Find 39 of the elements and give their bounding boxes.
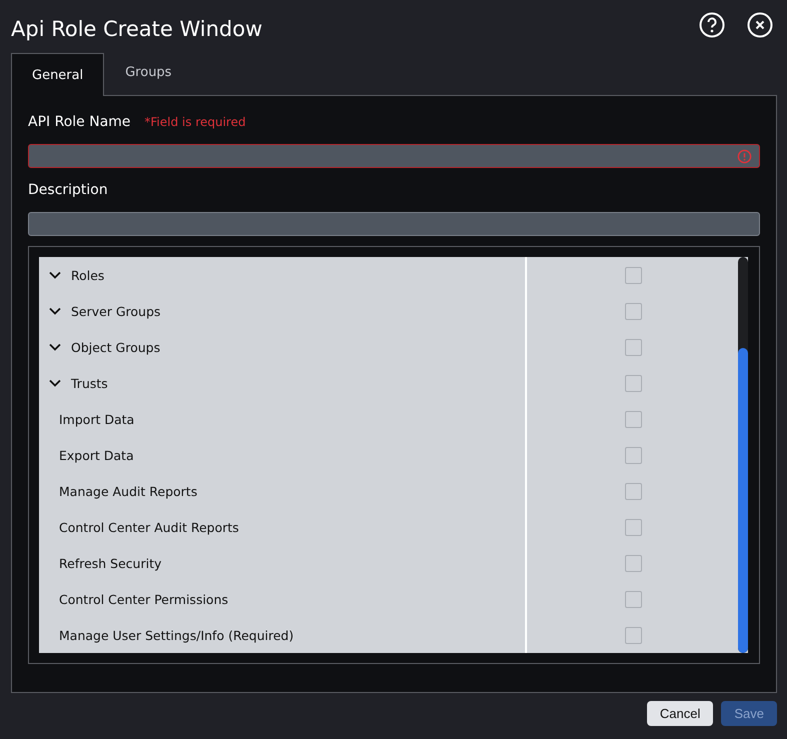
- checkbox[interactable]: [625, 446, 642, 464]
- field-label: API Role Name: [28, 114, 131, 130]
- chevron-icon[interactable]: [49, 379, 61, 387]
- tree-item[interactable]: Trusts: [71, 376, 108, 390]
- tree-item[interactable]: Manage User Settings/Info (Required): [59, 628, 294, 642]
- scrollbar[interactable]: [738, 257, 748, 653]
- checkbox[interactable]: [625, 338, 642, 356]
- checkbox[interactable]: [625, 374, 642, 392]
- chevron-icon[interactable]: [49, 271, 61, 279]
- tree-item[interactable]: Server Groups: [71, 304, 161, 318]
- checkbox[interactable]: [625, 482, 642, 500]
- checkbox[interactable]: [625, 590, 642, 608]
- error-message: *Field is required: [144, 115, 246, 129]
- tab[interactable]: General: [11, 53, 104, 96]
- tree-item[interactable]: Object Groups: [71, 340, 160, 354]
- chevron-icon[interactable]: [49, 307, 61, 315]
- checkbox[interactable]: [625, 554, 642, 572]
- window-title: Api Role Create Window: [11, 16, 262, 40]
- checkbox[interactable]: [625, 410, 642, 428]
- field-label: Description: [28, 182, 108, 198]
- help-icon[interactable]: [699, 12, 725, 38]
- error-icon: [737, 148, 752, 164]
- chevron-icon[interactable]: [49, 343, 61, 351]
- checkbox[interactable]: [625, 266, 642, 284]
- tab[interactable]: Groups: [104, 53, 193, 91]
- input-field[interactable]: [28, 212, 760, 236]
- tree-item[interactable]: Import Data: [59, 412, 134, 426]
- tree-item[interactable]: Control Center Permissions: [59, 592, 228, 606]
- tree-item[interactable]: Export Data: [59, 448, 134, 462]
- checkbox[interactable]: [625, 626, 642, 644]
- tree-item[interactable]: Control Center Audit Reports: [59, 520, 239, 534]
- tree-item[interactable]: Refresh Security: [59, 556, 162, 570]
- close-icon[interactable]: [747, 12, 773, 38]
- checkbox[interactable]: [625, 302, 642, 320]
- input-field[interactable]: [28, 144, 760, 168]
- tree-item[interactable]: Manage Audit Reports: [59, 484, 198, 498]
- tree-item[interactable]: Roles: [71, 268, 104, 282]
- cancel-button[interactable]: Cancel: [646, 701, 714, 726]
- checkbox[interactable]: [625, 518, 642, 536]
